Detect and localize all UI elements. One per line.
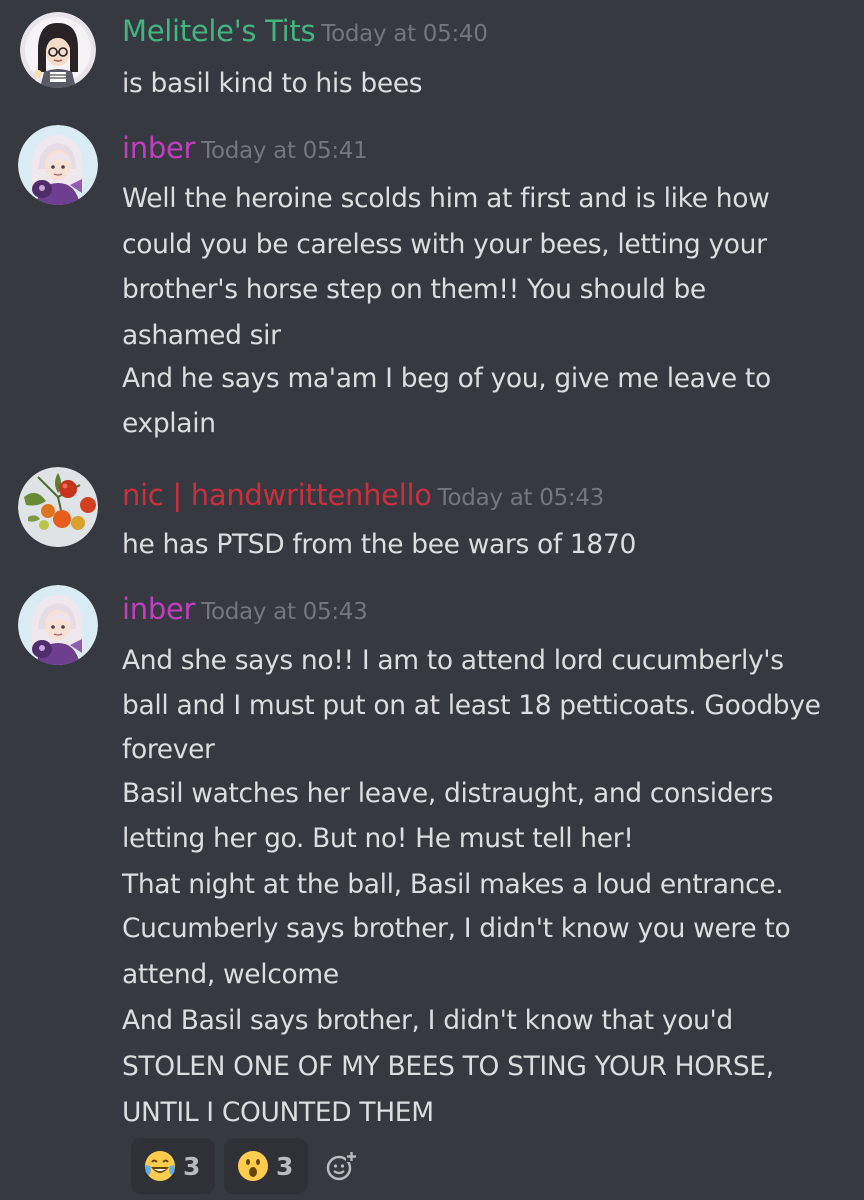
message-text: brother's horse step on them!! You shoul…	[122, 274, 706, 305]
message-header: nic | handwrittenhello Today at 05:43	[122, 478, 604, 512]
reaction-joy[interactable]: 3	[131, 1138, 215, 1194]
add-reaction-icon	[326, 1151, 357, 1181]
username[interactable]: inber	[122, 592, 195, 626]
message-text: STOLEN ONE OF MY BEES TO STING YOUR HORS…	[122, 1051, 774, 1082]
timestamp: Today at 05:41	[201, 138, 368, 164]
tomato-plant-avatar-icon	[18, 467, 98, 547]
reaction-open-mouth[interactable]: 3	[224, 1138, 308, 1194]
glasses-character-avatar-icon	[20, 12, 96, 88]
white-haired-character-avatar-icon	[18, 125, 98, 205]
message-text: Basil watches her leave, distraught, and…	[122, 778, 774, 809]
joy-emoji-icon	[145, 1151, 175, 1181]
username[interactable]: Melitele's Tits	[122, 14, 316, 48]
reaction-count: 3	[276, 1151, 294, 1181]
message-text: explain	[122, 408, 216, 439]
message-text: And she says no!! I am to attend lord cu…	[122, 645, 784, 676]
avatar[interactable]	[18, 125, 98, 205]
message-text: That night at the ball, Basil makes a lo…	[122, 869, 784, 900]
message-text: he has PTSD from the bee wars of 1870	[122, 529, 636, 560]
message-text: UNTIL I COUNTED THEM	[122, 1097, 434, 1128]
message-text: could you be careless with your bees, le…	[122, 229, 767, 260]
message-text: And Basil says brother, I didn't know th…	[122, 1005, 733, 1036]
message-text: ball and I must put on at least 18 petti…	[122, 690, 821, 721]
reactions-bar: 3 3	[131, 1138, 367, 1194]
avatar[interactable]	[18, 585, 98, 665]
open-mouth-emoji-icon	[238, 1151, 268, 1181]
timestamp: Today at 05:43	[201, 599, 368, 625]
message-header: inber Today at 05:43	[122, 592, 368, 626]
message-text: is basil kind to his bees	[122, 68, 423, 99]
white-haired-character-avatar-icon	[18, 585, 98, 665]
timestamp: Today at 05:40	[321, 21, 488, 47]
username[interactable]: nic | handwrittenhello	[122, 478, 432, 512]
avatar[interactable]	[20, 12, 96, 88]
message-header: Melitele's Tits Today at 05:40	[122, 14, 488, 48]
message-text: attend, welcome	[122, 959, 339, 990]
message-text: forever	[122, 734, 215, 765]
message-text: And he says ma'am I beg of you, give me …	[122, 363, 771, 394]
message-text: ashamed sir	[122, 320, 281, 351]
message-header: inber Today at 05:41	[122, 131, 368, 165]
add-reaction-button[interactable]	[317, 1138, 367, 1194]
avatar[interactable]	[18, 467, 98, 547]
message-text: letting her go. But no! He must tell her…	[122, 823, 634, 854]
message-text: Well the heroine scolds him at first and…	[122, 183, 770, 214]
timestamp: Today at 05:43	[437, 485, 605, 511]
reaction-count: 3	[183, 1151, 201, 1181]
message-text: Cucumberly says brother, I didn't know y…	[122, 913, 791, 944]
username[interactable]: inber	[122, 131, 195, 165]
